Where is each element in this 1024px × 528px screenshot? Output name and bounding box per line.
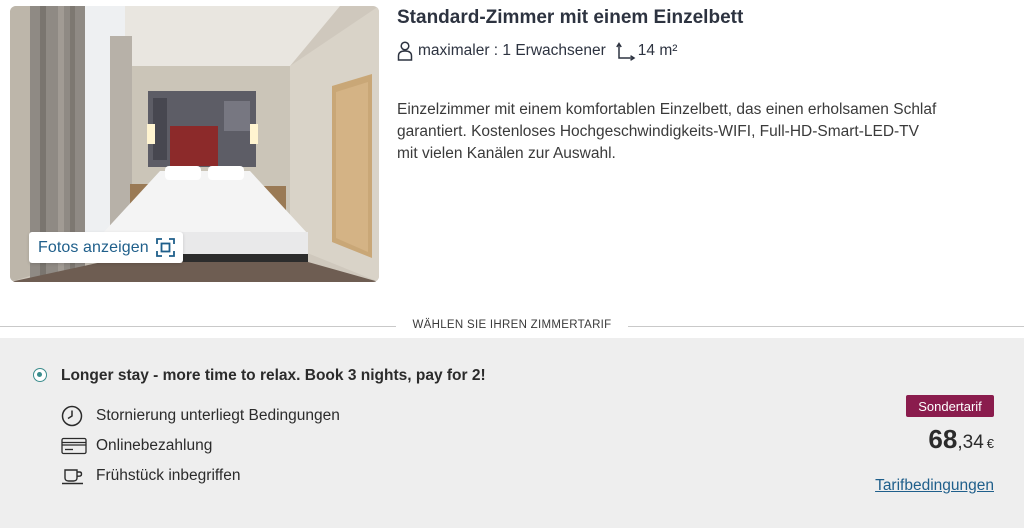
expand-photo-icon	[156, 238, 175, 257]
room-meta: maximaler : 1 Erwachsener 14 m²	[397, 40, 677, 62]
divider-line-right	[628, 326, 1024, 327]
rate-radio-button[interactable]	[33, 368, 47, 382]
rate-title: Longer stay - more time to relax. Book 3…	[61, 367, 486, 384]
occupancy-text: maximaler : 1 Erwachsener	[418, 42, 606, 59]
feature-breakfast: Frühstück inbegriffen	[61, 464, 240, 488]
price: 68,34 €	[928, 424, 994, 455]
price-cents: ,34	[957, 432, 984, 453]
coffee-cup-icon	[62, 469, 83, 485]
clock-icon	[61, 405, 83, 427]
rate-option-card[interactable]: Longer stay - more time to relax. Book 3…	[0, 338, 1024, 528]
special-rate-badge: Sondertarif	[906, 395, 994, 417]
person-icon	[397, 41, 413, 61]
room-size-icon	[615, 42, 636, 61]
feature-label: Stornierung unterliegt Bedingungen	[96, 407, 340, 424]
divider-line-left	[0, 326, 396, 327]
feature-payment: Onlinebezahlung	[61, 434, 212, 458]
feature-label: Onlinebezahlung	[96, 437, 213, 454]
price-currency: €	[986, 436, 994, 451]
feature-cancellation: Stornierung unterliegt Bedingungen	[61, 404, 340, 428]
credit-card-icon	[61, 437, 87, 455]
show-photos-button[interactable]: Fotos anzeigen	[29, 232, 183, 263]
room-description: Einzelzimmer mit einem komfortablen Einz…	[397, 101, 937, 162]
room-title: Standard-Zimmer mit einem Einzelbett	[397, 7, 744, 28]
show-photos-label: Fotos anzeigen	[38, 238, 149, 256]
room-size-text: 14 m²	[637, 42, 678, 59]
rate-section-heading: WÄHLEN SIE IHREN ZIMMERTARIF	[412, 319, 612, 331]
price-whole: 68	[928, 424, 958, 454]
rate-conditions-link[interactable]: Tarifbedingungen	[875, 477, 994, 495]
feature-label: Frühstück inbegriffen	[96, 467, 241, 484]
